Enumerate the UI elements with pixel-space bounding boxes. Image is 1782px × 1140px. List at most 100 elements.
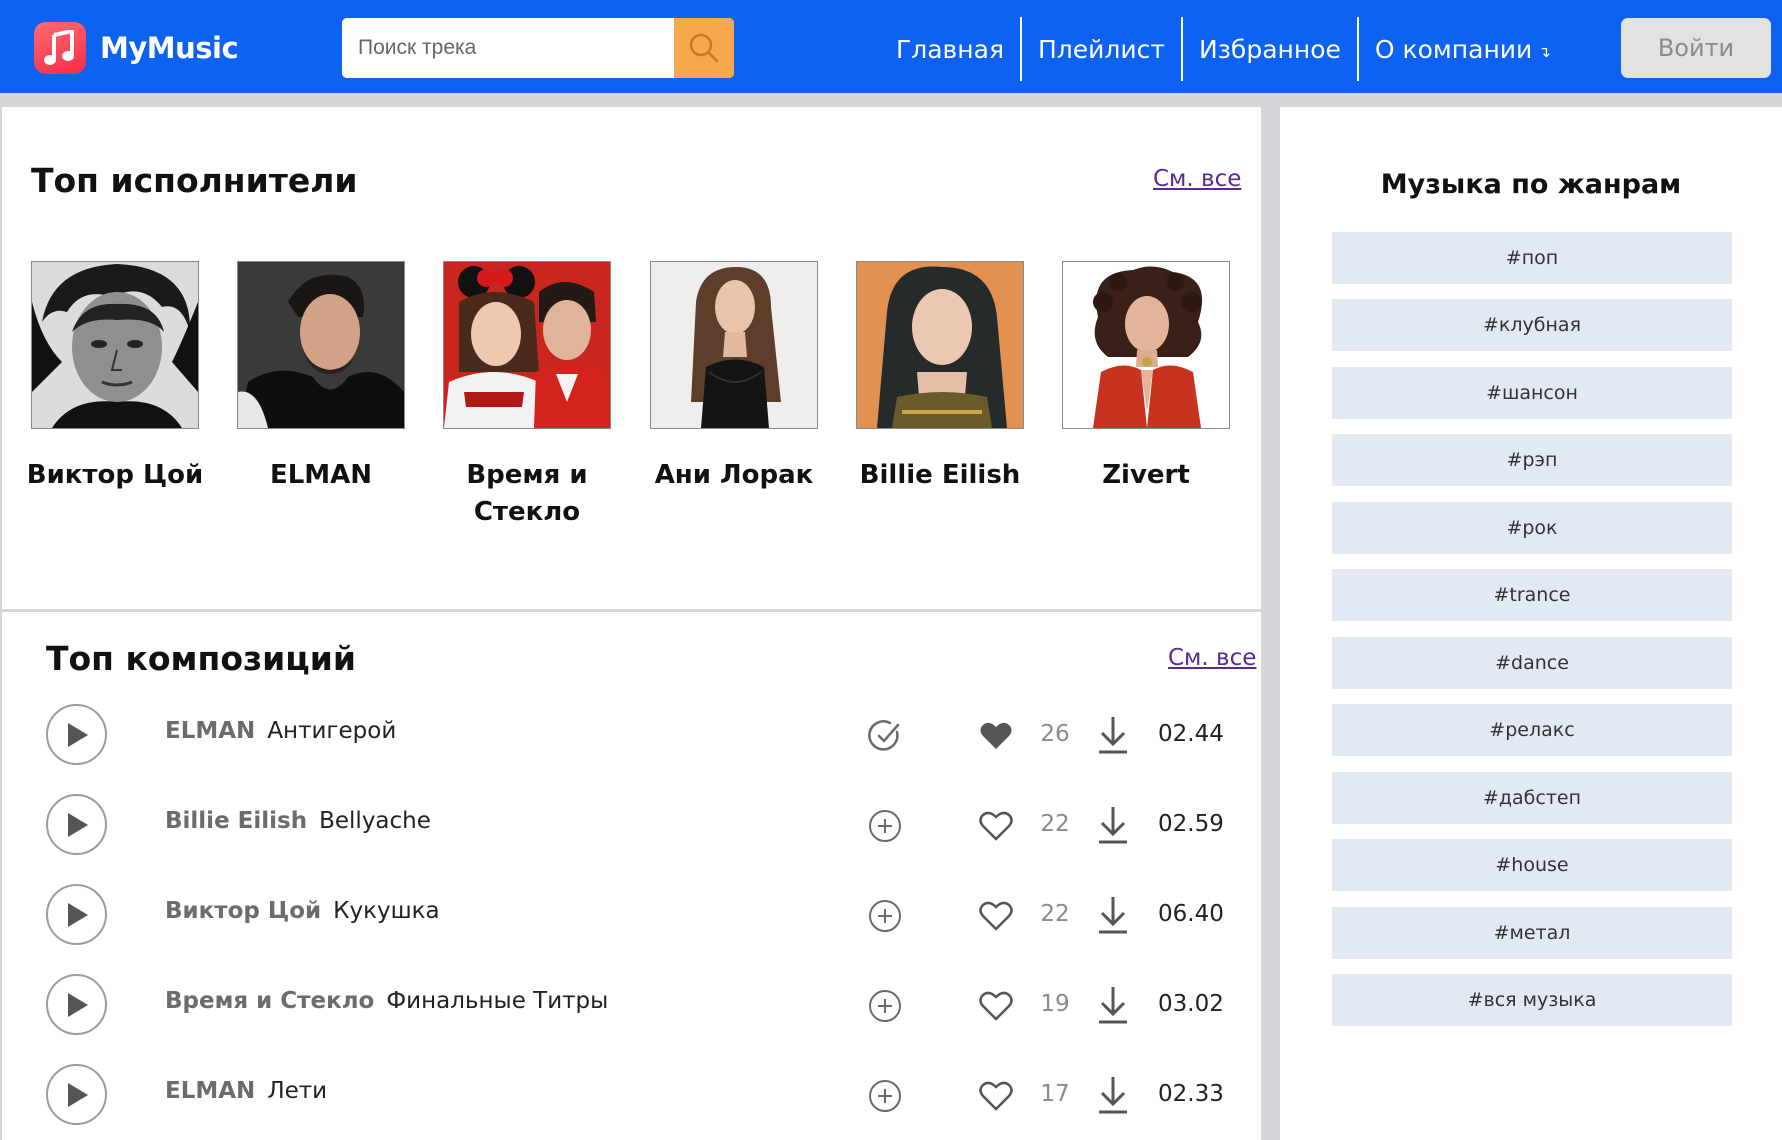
- logo[interactable]: MyMusic: [34, 22, 239, 74]
- play-button[interactable]: [46, 884, 107, 945]
- search-input[interactable]: [342, 18, 674, 78]
- download-button[interactable]: [1096, 805, 1130, 845]
- genre-tag[interactable]: #релакс: [1332, 704, 1732, 756]
- track-title: Лети: [267, 1078, 328, 1104]
- added-to-playlist-button[interactable]: [868, 719, 902, 753]
- download-icon: [1099, 1077, 1127, 1114]
- track-artist: Время и Стекло: [165, 988, 375, 1014]
- brand-name: MyMusic: [100, 31, 239, 65]
- track-row: ELMAN Лети 17 02.33: [2, 1050, 1261, 1140]
- artist-photo: [856, 261, 1024, 429]
- like-button[interactable]: [979, 899, 1013, 933]
- genres-title: Музыка по жанрам: [1380, 169, 1682, 200]
- genre-tag[interactable]: #клубная: [1332, 299, 1732, 351]
- like-count: 22: [1040, 901, 1070, 927]
- genre-tag[interactable]: #house: [1332, 839, 1732, 891]
- like-button[interactable]: [979, 989, 1013, 1023]
- play-icon: [67, 902, 88, 927]
- track-info[interactable]: ELMAN Антигерой: [165, 718, 396, 744]
- music-note-icon: [34, 22, 86, 74]
- top-artists-see-all-link[interactable]: См. все: [1153, 166, 1241, 192]
- track-duration: 02.59: [1158, 811, 1224, 837]
- top-tracks-title: Топ композиций: [46, 639, 356, 678]
- main-content: Топ исполнители См. все Виктор Цой ELMAN…: [2, 107, 1261, 1140]
- genre-tag[interactable]: #дабстеп: [1332, 772, 1732, 824]
- genre-tag[interactable]: #метал: [1332, 907, 1732, 959]
- track-title: Bellyache: [319, 808, 431, 834]
- download-button[interactable]: [1096, 1075, 1130, 1115]
- add-to-playlist-button[interactable]: [868, 899, 902, 933]
- nav-playlist[interactable]: Плейлист: [1019, 17, 1181, 81]
- genre-tag[interactable]: #рэп: [1332, 434, 1732, 486]
- search-button[interactable]: [674, 18, 734, 78]
- nav-about-label: О компании: [1374, 34, 1533, 64]
- top-tracks-see-all-link[interactable]: См. все: [1168, 645, 1256, 671]
- artist-name: Zivert: [1102, 460, 1190, 490]
- plus-circle-icon: [869, 990, 901, 1022]
- nav-home[interactable]: Главная: [880, 17, 1020, 81]
- genre-tag[interactable]: #шансон: [1332, 367, 1732, 419]
- play-button[interactable]: [46, 704, 107, 765]
- track-duration: 03.02: [1158, 991, 1224, 1017]
- section-divider: [2, 609, 1261, 612]
- like-button[interactable]: [979, 809, 1013, 843]
- heart-outline-icon: [979, 991, 1013, 1021]
- play-button[interactable]: [46, 1064, 107, 1125]
- track-info[interactable]: Время и Стекло Финальные Титры: [165, 988, 608, 1014]
- track-info[interactable]: Billie Eilish Bellyache: [165, 808, 431, 834]
- heart-outline-icon: [979, 1081, 1013, 1111]
- play-icon: [67, 1082, 88, 1107]
- add-to-playlist-button[interactable]: [868, 809, 902, 843]
- track-row: Время и Стекло Финальные Титры 19 03.02: [2, 960, 1261, 1050]
- track-artist: Billie Eilish: [165, 808, 308, 834]
- heart-outline-icon: [979, 811, 1013, 841]
- like-button[interactable]: [979, 1079, 1013, 1113]
- heart-outline-icon: [979, 901, 1013, 931]
- login-button[interactable]: Войти: [1621, 18, 1771, 78]
- nav-about[interactable]: О компании ↴: [1356, 17, 1567, 81]
- check-circle-icon: [868, 720, 900, 751]
- track-title: Финальные Титры: [386, 988, 609, 1014]
- add-to-playlist-button[interactable]: [868, 989, 902, 1023]
- top-header: MyMusic Главная Плейлист Избранное О ком…: [0, 0, 1782, 93]
- nav-favorites[interactable]: Избранное: [1180, 17, 1357, 81]
- artist-name: Время и Стекло: [466, 460, 588, 527]
- download-icon: [1099, 897, 1127, 934]
- like-count: 26: [1040, 721, 1070, 747]
- download-button[interactable]: [1096, 895, 1130, 935]
- genre-tag[interactable]: #поп: [1332, 232, 1732, 284]
- track-duration: 06.40: [1158, 901, 1224, 927]
- artist-photo: [237, 261, 405, 429]
- genre-tag[interactable]: #dance: [1332, 637, 1732, 689]
- genre-tag[interactable]: #trance: [1332, 569, 1732, 621]
- search-icon: [689, 33, 719, 63]
- main-nav: Главная Плейлист Избранное О компании ↴: [880, 17, 1567, 81]
- top-artists-title: Топ исполнители: [31, 161, 358, 200]
- track-info[interactable]: Виктор Цой Кукушка: [165, 898, 440, 924]
- artist-photo: [31, 261, 199, 429]
- dropdown-arrow-icon: ↴: [1538, 43, 1551, 61]
- artist-name: Billie Eilish: [859, 460, 1021, 490]
- track-info[interactable]: ELMAN Лети: [165, 1078, 327, 1104]
- like-button[interactable]: [979, 719, 1013, 753]
- genres-sidebar: Музыка по жанрам #поп #клубная #шансон #…: [1280, 107, 1782, 1140]
- genre-tag[interactable]: #рок: [1332, 502, 1732, 554]
- track-row: Billie Eilish Bellyache 22 02.59: [2, 780, 1261, 870]
- plus-circle-icon: [869, 810, 901, 842]
- download-button[interactable]: [1096, 715, 1130, 755]
- play-button[interactable]: [46, 794, 107, 855]
- artist-name: Ани Лорак: [654, 460, 814, 490]
- track-title: Антигерой: [267, 718, 397, 744]
- genre-tag[interactable]: #вся музыка: [1332, 974, 1732, 1026]
- track-title: Кукушка: [333, 898, 440, 924]
- download-button[interactable]: [1096, 985, 1130, 1025]
- search-bar: [342, 18, 734, 78]
- like-count: 22: [1040, 811, 1070, 837]
- play-icon: [67, 992, 88, 1017]
- plus-circle-icon: [869, 1080, 901, 1112]
- play-button[interactable]: [46, 974, 107, 1035]
- track-artist: Виктор Цой: [165, 898, 322, 924]
- add-to-playlist-button[interactable]: [868, 1079, 902, 1113]
- artist-name: Виктор Цой: [26, 460, 204, 490]
- track-row: Виктор Цой Кукушка 22 06.40: [2, 870, 1261, 960]
